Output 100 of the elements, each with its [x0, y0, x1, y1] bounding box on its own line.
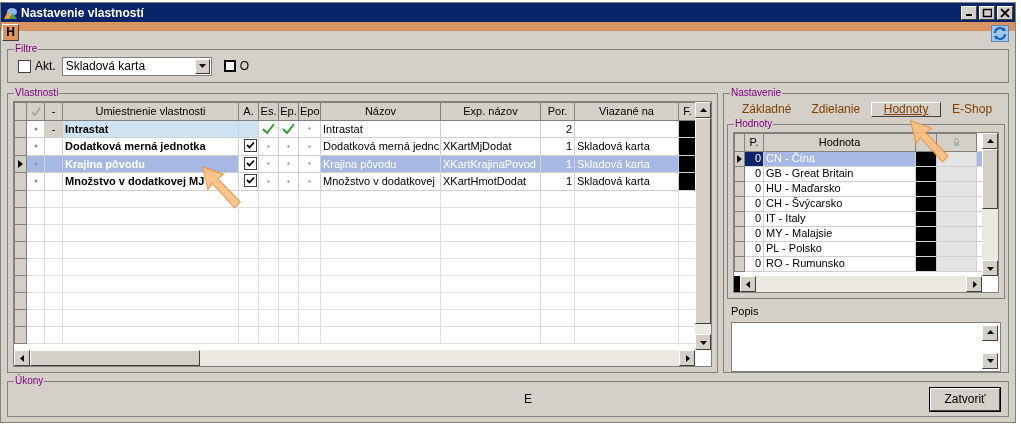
close-button[interactable]: Zatvoriť	[930, 387, 1000, 411]
checkbox[interactable]	[244, 174, 257, 187]
close-icon	[1000, 7, 1010, 18]
table-cell: Skladová karta	[577, 157, 650, 170]
dropdown[interactable]: Skladová karta	[61, 56, 212, 76]
dot-icon	[308, 127, 311, 131]
group-title: Vlastnosti	[14, 87, 60, 99]
dot-icon	[33, 161, 38, 166]
scroll-down-button[interactable]	[695, 334, 711, 350]
triangle-icon	[18, 354, 26, 362]
checkbox[interactable]	[244, 139, 257, 152]
horizontal-scrollbar[interactable]	[14, 350, 695, 366]
column-header[interactable]: Umiestnenie vlastnosti	[62, 102, 239, 120]
checkbox[interactable]	[244, 156, 257, 170]
table-cell: 1	[565, 157, 572, 170]
table-cell: Dodatková merná jednotka	[65, 140, 206, 152]
table-cell: 1	[565, 175, 572, 187]
group-title: Hodnoty	[734, 118, 774, 130]
triangle-icon	[744, 280, 752, 288]
scroll-down-button[interactable]	[982, 352, 998, 369]
scroll-left-button[interactable]	[14, 350, 30, 366]
scroll-up-button[interactable]	[982, 324, 998, 341]
table-cell: 0	[754, 152, 761, 164]
field-label: Popis	[731, 304, 760, 319]
table-cell: 0	[754, 167, 761, 179]
table-cell: XKartKrajinaPovod	[443, 157, 536, 170]
checkbox-label: Akt.	[35, 58, 56, 75]
maximize-button[interactable]	[979, 5, 995, 20]
table-cell: XKartMjDodat	[443, 140, 512, 152]
window-title: Nastavenie vlastností	[21, 4, 145, 22]
table-cell: Množstvo v dodatkovej MJ	[65, 175, 205, 187]
group-title: Nastavenie	[730, 87, 783, 99]
column-header[interactable]: Viazané na	[574, 102, 679, 120]
table-cell: 0	[754, 257, 761, 269]
status-text: E	[524, 391, 532, 408]
dot-icon	[308, 144, 311, 148]
table-cell: XKartHmotDodat	[443, 175, 527, 187]
scroll-up-button[interactable]	[695, 102, 711, 118]
scroll-left-button[interactable]	[740, 276, 756, 292]
table-cell: CN - Čína	[766, 152, 815, 164]
dot-icon	[308, 179, 311, 183]
minimize-button[interactable]	[961, 5, 977, 20]
refresh-icon[interactable]	[991, 25, 1009, 42]
dot-icon	[33, 179, 38, 184]
triangle-icon	[986, 137, 994, 145]
scroll-right-button[interactable]	[679, 350, 695, 366]
column-header[interactable]: Epo	[298, 102, 321, 120]
triangle-icon	[699, 106, 707, 114]
column-header[interactable]: A.	[238, 102, 259, 120]
table-cell: 0	[754, 227, 761, 239]
app-icon	[3, 5, 18, 20]
table-cell: GB - Great Britain	[766, 167, 854, 179]
scroll-thumb[interactable]	[982, 149, 998, 209]
minimize-icon	[966, 14, 972, 16]
table-cell: 1	[565, 140, 572, 152]
table-cell: 0	[754, 212, 761, 224]
akt-checkbox[interactable]	[18, 59, 31, 73]
table-cell: Intrastat	[323, 122, 363, 135]
vertical-scrollbar[interactable]	[695, 102, 711, 350]
vertical-scrollbar[interactable]	[982, 133, 998, 276]
table-cell: Skladová karta	[577, 140, 650, 152]
expander-toggle[interactable]: -	[51, 122, 56, 135]
horizontal-scrollbar[interactable]	[734, 276, 982, 292]
column-header[interactable]: Názov	[320, 102, 441, 120]
table-cell: RO - Rumunsko	[766, 257, 845, 269]
callout-arrow-icon	[909, 119, 951, 165]
lock-icon	[953, 138, 960, 147]
table-cell: 0	[754, 182, 761, 194]
column-header[interactable]: Por.	[540, 102, 575, 120]
close-button[interactable]	[997, 5, 1013, 20]
tab[interactable]: Hodnoty	[871, 101, 942, 117]
table-cell: HU - Maďarsko	[766, 182, 841, 194]
table-cell: Krajina pôvodu	[65, 157, 146, 170]
h-button[interactable]: H	[2, 24, 19, 41]
description-field[interactable]	[731, 321, 1001, 372]
o-checkbox[interactable]	[223, 60, 236, 72]
checkbox-label: O	[239, 58, 249, 75]
table-cell: 2	[565, 122, 572, 135]
table-cell: CH - Švýcarsko	[766, 197, 843, 209]
column-header[interactable]: Es.	[258, 102, 279, 120]
tab[interactable]: Zdielanie	[802, 101, 870, 117]
tab[interactable]: E-Shop	[943, 101, 1002, 117]
column-header[interactable]: Hodnota	[763, 133, 916, 151]
table-cell: Krajina pôvodu	[323, 157, 397, 170]
triangle-icon	[986, 357, 994, 364]
scroll-down-button[interactable]	[982, 260, 998, 276]
table-cell: PL - Polsko	[766, 242, 822, 254]
table-cell: IT - Italy	[766, 212, 806, 224]
dot-icon	[308, 162, 311, 166]
triangle-icon	[986, 329, 994, 336]
scroll-thumb[interactable]	[695, 118, 711, 324]
table-cell: MY - Malajsie	[766, 227, 833, 239]
table-cell: Skladová karta	[577, 175, 650, 187]
column-header[interactable]: Ep.	[278, 102, 299, 120]
table-cell: 0	[754, 197, 761, 209]
scroll-thumb[interactable]	[30, 350, 200, 366]
tab[interactable]: Základné	[733, 101, 801, 117]
scroll-right-button[interactable]	[966, 276, 982, 292]
scroll-up-button[interactable]	[982, 133, 998, 149]
column-header[interactable]: Exp. názov	[440, 102, 541, 120]
